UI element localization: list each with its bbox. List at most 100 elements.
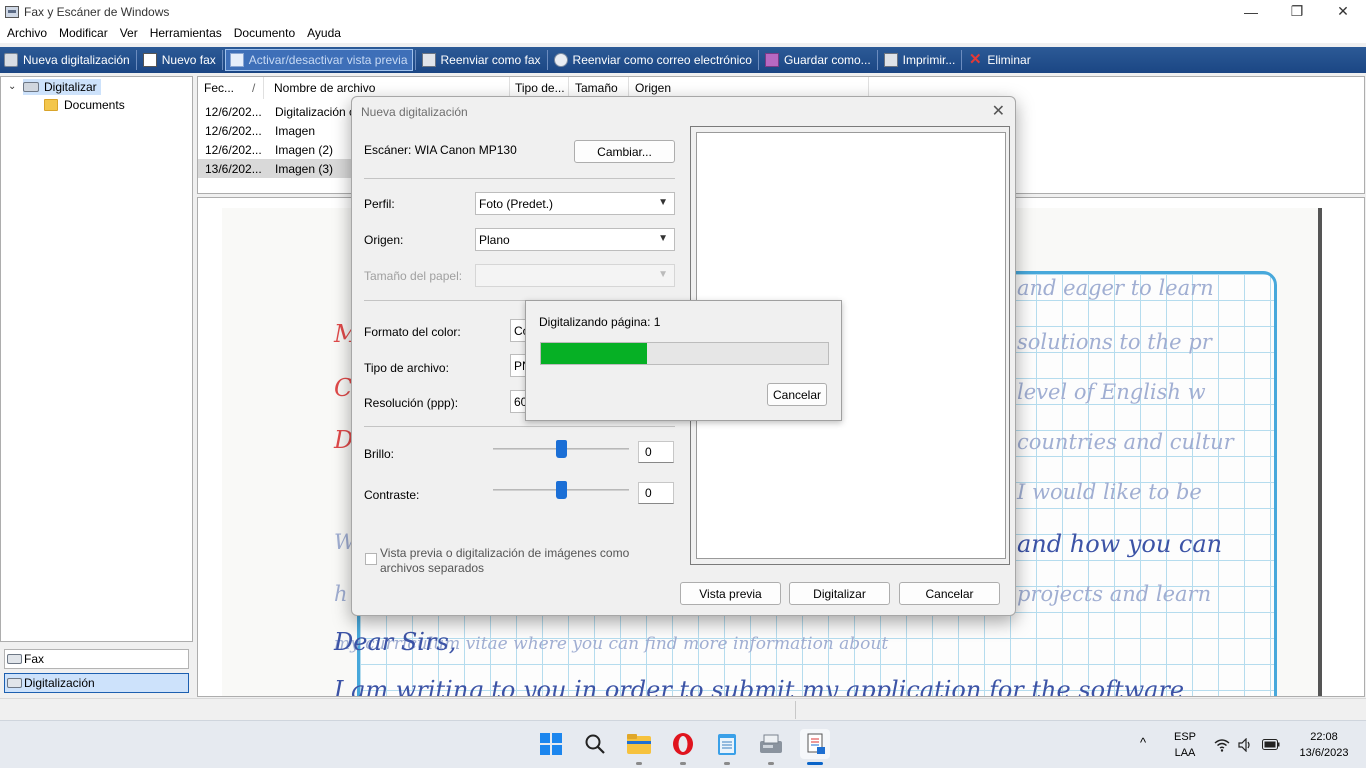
separate-files-label: Vista previa o digitalización de imágene…: [380, 546, 630, 560]
cancel-button[interactable]: Cancelar: [899, 582, 1000, 605]
close-button[interactable]: ✕: [1320, 0, 1366, 23]
page-edge: [1318, 208, 1322, 696]
handwriting-line: and how you can: [1017, 530, 1223, 558]
handwriting-line: level of English w: [1017, 380, 1206, 404]
nav-scan-label: Digitalización: [24, 676, 95, 690]
fax-icon: [7, 654, 22, 664]
table-row[interactable]: 12/6/202... Imagen: [198, 121, 354, 140]
handwriting-line: solutions to the pr: [1017, 330, 1212, 354]
row-date: 12/6/202...: [205, 105, 262, 119]
chevron-down-icon: ▼: [658, 269, 668, 280]
brightness-label: Brillo:: [364, 447, 395, 461]
save-as-button[interactable]: Guardar como...: [761, 49, 875, 71]
column-header-date[interactable]: Fec... /: [198, 77, 264, 99]
clock-time: 22:08: [1310, 731, 1338, 743]
menu-ayuda[interactable]: Ayuda: [301, 26, 347, 40]
profile-label: Perfil:: [364, 197, 395, 211]
chevron-down-icon: ▼: [658, 233, 668, 244]
volume-icon[interactable]: [1238, 738, 1252, 752]
delete-label: Eliminar: [987, 53, 1031, 67]
window-title: Fax y Escáner de Windows: [24, 4, 170, 19]
start-button[interactable]: [536, 729, 566, 759]
progress-text: Digitalizando página: 1: [539, 315, 661, 329]
tree-item-digitalizar[interactable]: Digitalizar: [23, 79, 101, 95]
paper-size-select: ▼: [475, 264, 675, 287]
new-fax-label: Nuevo fax: [161, 53, 216, 67]
brightness-input[interactable]: 0: [638, 441, 674, 463]
minimize-button[interactable]: —: [1228, 0, 1274, 23]
profile-select[interactable]: Foto (Predet.) ▼: [475, 192, 675, 215]
restore-button[interactable]: ❐: [1274, 0, 1320, 23]
toolbar-separator: [876, 50, 878, 70]
print-label: Imprimir...: [902, 53, 956, 67]
new-fax-button[interactable]: Nuevo fax: [139, 49, 220, 71]
contrast-slider-thumb[interactable]: [556, 481, 567, 499]
forward-email-button[interactable]: Reenviar como correo electrónico: [550, 49, 756, 71]
menu-modificar[interactable]: Modificar: [53, 26, 114, 40]
divider: [364, 426, 675, 427]
active-indicator: [807, 762, 823, 765]
color-format-label: Formato del color:: [364, 325, 461, 339]
source-label: Origen:: [364, 233, 404, 247]
handwriting-line: h: [334, 582, 348, 606]
new-scan-button[interactable]: Nueva digitalización: [0, 49, 134, 71]
language-indicator[interactable]: ESP LAA: [1168, 729, 1202, 761]
progress-cancel-button[interactable]: Cancelar: [767, 383, 827, 406]
clock[interactable]: 22:08 13/6/2023: [1290, 729, 1358, 761]
delete-button[interactable]: ✕ Eliminar: [964, 49, 1034, 71]
row-name: Imagen (3): [275, 162, 334, 176]
preview-button[interactable]: Vista previa: [680, 582, 781, 605]
resolution-label: Resolución (ppp):: [364, 396, 459, 410]
scanner-icon: [7, 678, 22, 688]
tree-item-label: Documents: [64, 98, 125, 112]
row-name: Imagen: [275, 124, 316, 138]
handwriting-line: I would like to be: [1017, 480, 1202, 504]
chevron-down-icon[interactable]: ⌄: [8, 81, 16, 92]
menu-herramientas[interactable]: Herramientas: [144, 26, 228, 40]
change-scanner-button[interactable]: Cambiar...: [574, 140, 675, 163]
brightness-slider-thumb[interactable]: [556, 440, 567, 458]
nav-fax-button[interactable]: Fax: [4, 649, 189, 669]
toolbar-separator: [546, 50, 548, 70]
scanner-label: Escáner: WIA Canon MP130: [364, 143, 517, 157]
forward-fax-button[interactable]: Reenviar como fax: [418, 49, 545, 71]
battery-icon[interactable]: [1262, 739, 1280, 750]
scanner-icon: [4, 53, 18, 67]
file-explorer-button[interactable]: [624, 729, 654, 765]
wifi-icon[interactable]: [1214, 738, 1230, 752]
progress-bar: [540, 342, 829, 365]
separate-files-checkbox[interactable]: [365, 553, 377, 565]
chevron-down-icon: ▼: [658, 197, 668, 208]
document-icon: [142, 53, 157, 67]
row-name: Digitalización c: [275, 105, 353, 119]
show-hidden-icons-button[interactable]: ^: [1140, 735, 1146, 751]
scan-button[interactable]: Digitalizar: [789, 582, 890, 605]
dialog-close-icon[interactable]: ✕: [992, 101, 1005, 121]
search-button[interactable]: [580, 729, 610, 759]
menu-documento[interactable]: Documento: [228, 26, 301, 40]
column-header-label: Tamaño: [575, 81, 618, 95]
contrast-label: Contraste:: [364, 488, 420, 502]
menu-ver[interactable]: Ver: [114, 26, 144, 40]
opera-button[interactable]: [668, 729, 698, 765]
divider: [364, 178, 675, 179]
fax-app-button[interactable]: [756, 729, 786, 765]
scan-app-button[interactable]: [800, 729, 830, 765]
toolbar: Nueva digitalización Nuevo fax Activar/d…: [0, 47, 1366, 73]
table-row-selected[interactable]: 13/6/202... Imagen (3): [198, 159, 354, 178]
scan-progress-dialog: Digitalizando página: 1 Cancelar: [525, 300, 842, 421]
nav-scan-button[interactable]: Digitalización: [4, 673, 189, 693]
row-name: Imagen (2): [275, 143, 334, 157]
menu-archivo[interactable]: Archivo: [1, 26, 53, 40]
toggle-preview-button[interactable]: Activar/desactivar vista previa: [224, 49, 413, 71]
tree-item-documents[interactable]: Documents: [44, 97, 125, 113]
table-row[interactable]: 12/6/202... Digitalización c: [198, 102, 354, 121]
print-button[interactable]: Imprimir...: [880, 49, 960, 71]
scan-document-icon: [807, 733, 825, 754]
notepad-button[interactable]: [712, 729, 742, 765]
source-value: Plano: [479, 232, 510, 247]
table-row[interactable]: 12/6/202... Imagen (2): [198, 140, 354, 159]
contrast-input[interactable]: 0: [638, 482, 674, 504]
source-select[interactable]: Plano ▼: [475, 228, 675, 251]
clock-date: 13/6/2023: [1299, 747, 1349, 759]
